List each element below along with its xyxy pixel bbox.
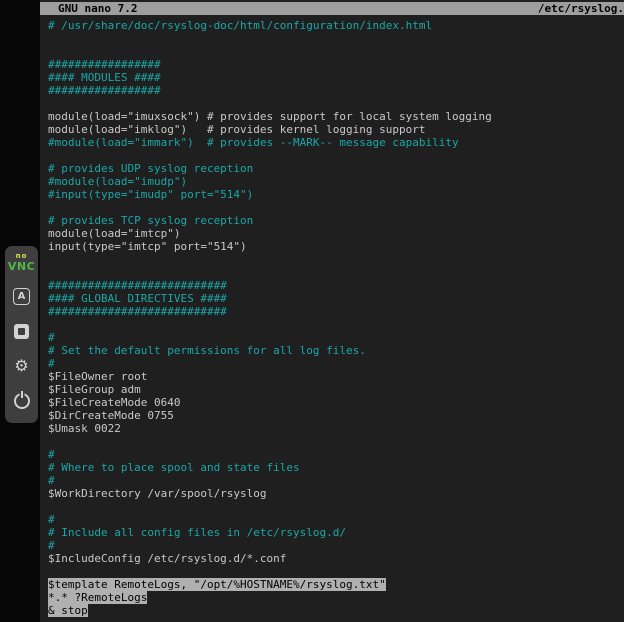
editor-line[interactable]	[48, 97, 624, 110]
editor-line[interactable]: # Where to place spool and state files	[48, 461, 624, 474]
editor-line[interactable]: #	[48, 513, 624, 526]
keyboard-button[interactable]: A	[11, 286, 33, 306]
editor-line[interactable]	[48, 266, 624, 279]
editor-line[interactable]: #### GLOBAL DIRECTIVES ####	[48, 292, 624, 305]
editor-line[interactable]: $template RemoteLogs, "/opt/%HOSTNAME%/r…	[48, 578, 624, 591]
editor-line[interactable]	[48, 32, 624, 45]
gear-icon: ⚙	[14, 358, 28, 374]
editor-line[interactable]: #################	[48, 84, 624, 97]
editor-line[interactable]	[48, 435, 624, 448]
editor-line[interactable]: & stop	[48, 604, 624, 617]
editor-line[interactable]: #	[48, 474, 624, 487]
editor-line[interactable]: # Include all config files in /etc/rsysl…	[48, 526, 624, 539]
editor-line[interactable]: #################	[48, 58, 624, 71]
editor-line[interactable]: input(type="imtcp" port="514")	[48, 240, 624, 253]
nano-version-label: GNU nano 7.2	[58, 2, 137, 15]
editor-line[interactable]: #	[48, 331, 624, 344]
fullscreen-button[interactable]	[11, 321, 33, 341]
editor-line[interactable]: module(load="imuxsock") # provides suppo…	[48, 110, 624, 123]
fullscreen-icon	[14, 324, 29, 339]
nano-filename-label: /etc/rsyslog.	[538, 2, 624, 15]
power-button[interactable]	[11, 391, 33, 411]
novnc-control-bar: no VNC A ⚙	[5, 246, 38, 423]
keyboard-key-icon: A	[13, 288, 30, 305]
editor-line[interactable]: # provides UDP syslog reception	[48, 162, 624, 175]
editor-content[interactable]: # /usr/share/doc/rsyslog-doc/html/config…	[40, 15, 624, 617]
nano-titlebar: GNU nano 7.2 /etc/rsyslog.	[40, 2, 624, 15]
editor-line[interactable]: $FileOwner root	[48, 370, 624, 383]
editor-line[interactable]: module(load="imtcp")	[48, 227, 624, 240]
editor-line[interactable]: $DirCreateMode 0755	[48, 409, 624, 422]
editor-line[interactable]	[48, 565, 624, 578]
editor-line[interactable]: #module(load="imudp")	[48, 175, 624, 188]
editor-line[interactable]: $IncludeConfig /etc/rsyslog.d/*.conf	[48, 552, 624, 565]
editor-line[interactable]: ###########################	[48, 279, 624, 292]
editor-line[interactable]: #	[48, 357, 624, 370]
editor-line[interactable]: # Set the default permissions for all lo…	[48, 344, 624, 357]
editor-line[interactable]: #	[48, 539, 624, 552]
editor-line[interactable]	[48, 253, 624, 266]
editor-line[interactable]: #	[48, 448, 624, 461]
novnc-logo-text-small: no	[8, 252, 35, 260]
editor-line[interactable]: # provides TCP syslog reception	[48, 214, 624, 227]
editor-line[interactable]: #### MODULES ####	[48, 71, 624, 84]
editor-line[interactable]: *.* ?RemoteLogs	[48, 591, 624, 604]
editor-line[interactable]: $Umask 0022	[48, 422, 624, 435]
editor-line[interactable]: #module(load="immark") # provides --MARK…	[48, 136, 624, 149]
editor-line[interactable]: #input(type="imudp" port="514")	[48, 188, 624, 201]
editor-line[interactable]: $FileCreateMode 0640	[48, 396, 624, 409]
settings-button[interactable]: ⚙	[11, 356, 33, 376]
power-icon	[14, 393, 30, 409]
editor-line[interactable]	[48, 45, 624, 58]
novnc-logo-text: VNC	[8, 260, 35, 273]
editor-line[interactable]: ###########################	[48, 305, 624, 318]
editor-line[interactable]: # /usr/share/doc/rsyslog-doc/html/config…	[48, 19, 624, 32]
editor-line[interactable]	[48, 149, 624, 162]
terminal-window[interactable]: GNU nano 7.2 /etc/rsyslog. # /usr/share/…	[40, 0, 624, 622]
editor-line[interactable]	[48, 500, 624, 513]
editor-line[interactable]: $WorkDirectory /var/spool/rsyslog	[48, 487, 624, 500]
editor-line[interactable]: $FileGroup adm	[48, 383, 624, 396]
editor-line[interactable]: module(load="imklog") # provides kernel …	[48, 123, 624, 136]
editor-line[interactable]	[48, 201, 624, 214]
novnc-logo: no VNC	[8, 252, 35, 273]
editor-line[interactable]	[48, 318, 624, 331]
